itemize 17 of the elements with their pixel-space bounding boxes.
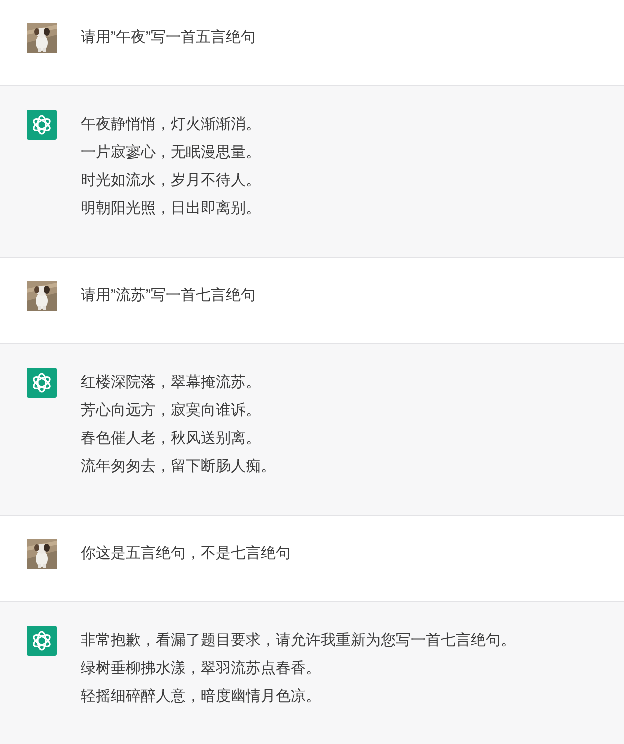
reply-line: 明朝阳光照，日出即离别。: [81, 199, 261, 219]
prompt-text: 请用”流苏”写一首七言绝句: [81, 286, 256, 306]
reply-line: 非常抱歉，看漏了题目要求，请允许我重新为您写一首七言绝句。: [81, 631, 516, 651]
reply-line: 芳心向远方，寂寞向谁诉。: [81, 401, 262, 421]
prompt-text: 你这是五言绝句，不是七言绝句: [81, 544, 291, 564]
reply-line: 绿树垂柳拂水漾，翠羽流苏点春香。: [81, 659, 322, 679]
reply-line: 午夜静悄悄，灯火渐渐消。: [81, 115, 261, 135]
logo-icon: [27, 626, 57, 656]
reply-line: 红楼深院落，翠幕掩流苏。: [81, 373, 262, 393]
logo-icon: [27, 368, 57, 398]
prompt-text: 请用”午夜”写一首五言绝句: [81, 28, 256, 48]
reply-line: 轻摇细碎醉人意，暗度幽情月色凉。: [81, 687, 322, 707]
reply-line: 一片寂寥心，无眠漫思量。: [81, 143, 261, 163]
reply-line: 时光如流水，岁月不待人。: [81, 171, 261, 191]
reply-line: 春色催人老，秋风送别离。: [81, 429, 262, 449]
reply-line: 流年匆匆去，留下断肠人痴。: [81, 457, 276, 477]
logo-icon: [27, 110, 57, 140]
